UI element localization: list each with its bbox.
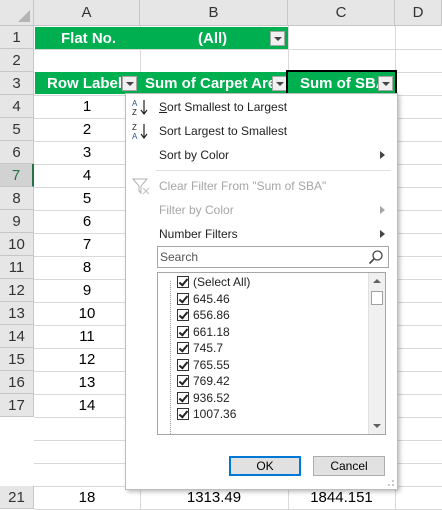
column-header-b[interactable]: B	[140, 0, 288, 26]
row-header[interactable]: 10	[0, 233, 34, 256]
list-item-label: 645.46	[193, 291, 230, 306]
list-item-label: 656.86	[193, 308, 230, 322]
row-labels-dropdown-button[interactable]	[122, 76, 137, 91]
svg-text:Z: Z	[132, 123, 137, 132]
row-header[interactable]: 1	[0, 26, 34, 49]
resize-grip-icon[interactable]	[387, 479, 395, 487]
sort-descending-icon: Z A	[131, 122, 151, 141]
carpet-area-dropdown-button[interactable]	[272, 76, 287, 91]
row-header[interactable]: 4	[0, 95, 34, 118]
cancel-button[interactable]: Cancel	[313, 456, 385, 476]
row-header[interactable]: 15	[0, 348, 34, 371]
sort-descending-label: Sort Largest to Smallest	[159, 124, 288, 138]
row-header[interactable]: 8	[0, 187, 34, 210]
scroll-thumb[interactable]	[371, 291, 383, 305]
row-header[interactable]: 12	[0, 279, 34, 302]
filter-dropdown-button[interactable]	[270, 31, 285, 46]
scroll-down-icon[interactable]	[373, 424, 381, 428]
submenu-arrow-icon	[380, 206, 385, 214]
submenu-arrow-icon	[380, 151, 385, 159]
list-item-label: 765.55	[193, 357, 230, 372]
filter-label: Flat No.	[35, 27, 140, 49]
checkbox-checked-icon[interactable]	[177, 358, 189, 371]
checkbox-checked-icon[interactable]	[177, 309, 189, 321]
sort-descending-item[interactable]: Z A Sort Largest to Smallest	[126, 119, 397, 143]
list-item-label: 745.7	[193, 341, 224, 355]
select-all-corner[interactable]	[0, 0, 34, 26]
column-header-c[interactable]: C	[288, 0, 395, 26]
column-header-a[interactable]: A	[34, 0, 140, 26]
sort-by-color-item[interactable]: Sort by Color	[126, 143, 397, 167]
checkbox-checked-icon[interactable]	[177, 375, 189, 387]
sba-dropdown-button[interactable]	[378, 76, 393, 91]
list-item-label: (Select All)	[193, 275, 251, 289]
submenu-arrow-icon	[380, 230, 385, 238]
checkbox-checked-icon[interactable]	[177, 276, 189, 288]
row-header[interactable]: 5	[0, 118, 34, 141]
row-header[interactable]: 6	[0, 141, 34, 164]
svg-text:Z: Z	[132, 108, 137, 116]
checkbox-checked-icon[interactable]	[177, 342, 189, 354]
checkbox-checked-icon[interactable]	[177, 325, 189, 338]
number-filters-label: Number Filters	[159, 227, 238, 241]
row-header[interactable]: 11	[0, 256, 34, 279]
search-icon	[368, 249, 384, 265]
clear-filter-item: Clear Filter From "Sum of SBA"	[126, 174, 397, 198]
row-header[interactable]: 9	[0, 210, 34, 233]
sort-ascending-item[interactable]: A Z Sort Smallest to Largest	[126, 95, 397, 119]
tree-connector	[170, 281, 171, 434]
clear-filter-label: Clear Filter From "Sum of SBA"	[159, 179, 327, 193]
list-item-label: 661.18	[193, 324, 230, 339]
checkbox-checked-icon[interactable]	[177, 408, 189, 420]
clear-filter-icon	[131, 177, 151, 195]
checkbox-checked-icon[interactable]	[177, 391, 189, 404]
list-item-label: 936.52	[193, 390, 230, 405]
list-item-label: 769.42	[193, 374, 230, 388]
sort-by-color-label: Sort by Color	[159, 148, 230, 162]
row-header[interactable]: 17	[0, 394, 34, 417]
sort-ascending-icon: A Z	[131, 98, 151, 117]
row-header[interactable]: 13	[0, 302, 34, 325]
menu-separator	[156, 170, 391, 171]
gridline	[34, 49, 442, 50]
svg-text:A: A	[132, 99, 138, 108]
row-header[interactable]: 3	[0, 72, 34, 95]
value-list: (Select All) 645.46 656.86 661.18 745.7 765.5…	[157, 272, 386, 435]
column-header-d[interactable]: D	[395, 0, 442, 26]
number-filters-item[interactable]: Number Filters	[126, 222, 397, 246]
filter-by-color-label: Filter by Color	[159, 203, 234, 217]
sort-ascending-label: ort Smallest to Largest	[167, 100, 288, 114]
row-header[interactable]: 7	[0, 164, 34, 187]
scroll-up-icon[interactable]	[373, 279, 381, 283]
row-header[interactable]: 21	[0, 486, 34, 509]
search-box[interactable]	[157, 246, 389, 268]
filter-dropdown-menu: A Z Sort Smallest to Largest Z A Sort La…	[125, 93, 398, 490]
row-header[interactable]: 14	[0, 325, 34, 348]
list-scrollbar[interactable]	[368, 273, 385, 434]
svg-text:A: A	[132, 132, 138, 140]
row-header[interactable]: 16	[0, 371, 34, 394]
row-header[interactable]: 2	[0, 49, 34, 72]
filter-value: (All)	[140, 27, 288, 49]
ok-button[interactable]: OK	[229, 456, 301, 476]
filter-by-color-item: Filter by Color	[126, 198, 397, 222]
checkbox-checked-icon[interactable]	[177, 292, 189, 305]
list-item-label: 1007.36	[193, 407, 237, 421]
search-input[interactable]	[160, 248, 366, 266]
carpet-area-header: Sum of Carpet Area	[140, 72, 288, 94]
